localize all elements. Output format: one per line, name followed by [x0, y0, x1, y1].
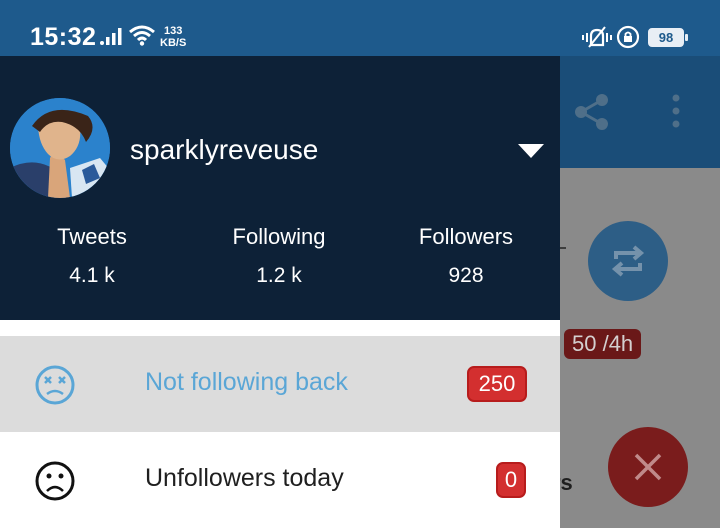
stat-label: Tweets: [57, 224, 127, 249]
drawer-header: sparklyreveuse Tweets 4.1 k Following 1.…: [0, 56, 560, 320]
navigation-drawer: sparklyreveuse Tweets 4.1 k Following 1.…: [0, 56, 560, 528]
avatar[interactable]: [10, 98, 110, 198]
rotation-lock-icon: [616, 25, 640, 54]
more-vert-icon[interactable]: [668, 92, 684, 137]
retweet-button[interactable]: [588, 221, 668, 301]
close-button[interactable]: [608, 427, 688, 507]
stat-followers[interactable]: Followers 928: [386, 224, 546, 288]
status-time: 15:32: [30, 23, 97, 51]
wifi-icon: [128, 24, 156, 51]
vibrate-icon: [582, 25, 612, 54]
rate-limit-badge: 50 /4h: [564, 329, 642, 359]
stat-tweets[interactable]: Tweets 4.1 k: [12, 224, 172, 288]
username: sparklyreveuse: [130, 134, 319, 165]
chevron-down-icon[interactable]: [518, 144, 544, 163]
stat-label: Followers: [418, 224, 514, 249]
retweet-icon: [611, 245, 645, 277]
stat-value: 1.2 k: [256, 264, 302, 287]
share-icon[interactable]: [572, 92, 612, 137]
dizzy-face-icon: [34, 364, 76, 411]
stat-value: 928: [448, 264, 484, 287]
menu-item-not-following-back[interactable]: Not following back 250: [0, 336, 560, 432]
stat-value: 4.1 k: [69, 264, 115, 287]
stat-label: Following: [232, 224, 326, 249]
menu-item-label: Unfollowers today: [145, 464, 344, 492]
menu-item-label: Not following back: [145, 368, 348, 396]
stat-following[interactable]: Following 1.2 k: [199, 224, 359, 288]
battery-icon: 98: [648, 28, 688, 47]
count-badge: 250: [467, 366, 527, 402]
menu-item-unfollowers-today[interactable]: Unfollowers today 0: [0, 432, 560, 528]
status-bar: 15:32 133 KB/S 98: [0, 0, 720, 56]
network-speed: 133 KB/S: [160, 25, 186, 49]
sad-face-icon: [34, 460, 76, 507]
network-speed-unit: KB/S: [160, 37, 187, 49]
signal-icon: [100, 26, 124, 51]
close-icon: [634, 453, 662, 481]
network-speed-value: 133: [163, 25, 183, 37]
count-badge: 0: [496, 462, 526, 498]
